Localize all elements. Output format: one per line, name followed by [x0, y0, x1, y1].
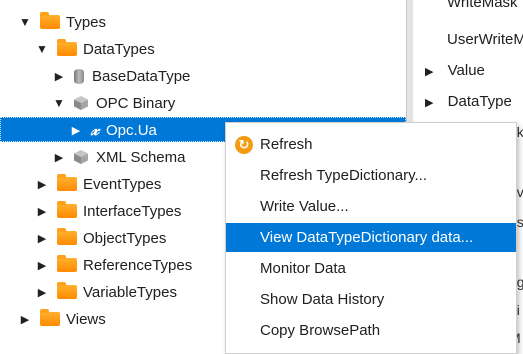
expand-right-icon[interactable]: ▶	[35, 286, 49, 299]
tree-item-label: OPC Binary	[96, 94, 176, 112]
tree-item-label: Views	[66, 310, 106, 328]
tree-item-label: EventTypes	[83, 175, 162, 193]
menu-item-monitor-data[interactable]: Monitor Data	[226, 254, 516, 283]
menu-item-show-data-history[interactable]: Show Data History	[226, 285, 516, 314]
expand-right-icon[interactable]: ▶	[52, 70, 66, 83]
expand-down-icon[interactable]: ▼	[35, 42, 49, 56]
attribute-label: DataType	[447, 93, 512, 110]
folder-icon	[40, 12, 60, 29]
folder-icon	[40, 309, 60, 326]
folder-icon	[57, 201, 77, 218]
tree-item-variabletypes[interactable]: ▶ VariableTypes	[35, 279, 177, 305]
attribute-label: UserWriteM	[447, 31, 523, 48]
tree-item-label: DataTypes	[83, 40, 155, 58]
expand-down-icon[interactable]: ▼	[18, 15, 32, 29]
menu-item-refresh-typedictionary[interactable]: Refresh TypeDictionary...	[226, 161, 516, 190]
tree-item-interfacetypes[interactable]: ▶ InterfaceTypes	[35, 198, 181, 224]
menu-item-label: Refresh TypeDictionary...	[260, 167, 428, 184]
menu-item-copy-browsepath[interactable]: Copy BrowsePath	[226, 316, 516, 345]
tree-item-referencetypes[interactable]: ▶ ReferenceTypes	[35, 252, 192, 278]
attribute-row-datatype[interactable]: ▶ DataType	[425, 93, 512, 110]
tree-item-opc-binary[interactable]: ▼ OPC Binary	[52, 90, 175, 116]
cube-icon	[74, 96, 88, 110]
tree-item-label: VariableTypes	[83, 283, 177, 301]
menu-item-label: Refresh	[260, 136, 313, 153]
expand-right-icon[interactable]: ▶	[18, 313, 32, 326]
tree-item-types[interactable]: ▼ Types	[18, 9, 106, 35]
expand-right-icon[interactable]: ▶	[35, 259, 49, 272]
expand-right-icon[interactable]: ▶	[69, 124, 83, 137]
tree-item-opc-ua[interactable]: ▶ 𝓍 Opc.Ua	[69, 117, 157, 143]
tree-item-label: XML Schema	[96, 148, 186, 166]
expand-right-icon[interactable]: ▶	[35, 178, 49, 191]
context-menu: ↻ Refresh Refresh TypeDictionary... Writ…	[225, 122, 517, 354]
menu-item-label: Monitor Data	[260, 260, 346, 277]
cube-icon	[74, 150, 88, 164]
folder-icon	[57, 39, 77, 56]
tree-item-label: Types	[66, 13, 107, 31]
tree-item-label: Opc.Ua	[106, 121, 157, 139]
tree-item-eventtypes[interactable]: ▶ EventTypes	[35, 171, 161, 197]
tree-item-datatypes[interactable]: ▼ DataTypes	[35, 36, 155, 62]
menu-item-label: Copy BrowsePath	[260, 322, 381, 339]
expand-right-icon[interactable]: ▶	[425, 97, 433, 109]
attribute-label: Value	[447, 62, 485, 79]
tree-item-label: InterfaceTypes	[83, 202, 182, 220]
folder-icon	[57, 255, 77, 272]
datatype-icon	[74, 68, 84, 84]
menu-item-label: Show Data History	[260, 291, 385, 308]
tree-item-label: ObjectTypes	[83, 229, 167, 247]
expand-right-icon[interactable]: ▶	[425, 66, 433, 78]
folder-icon	[57, 174, 77, 191]
menu-item-write-value[interactable]: Write Value...	[226, 192, 516, 221]
expand-right-icon[interactable]: ▶	[35, 205, 49, 218]
tree-item-label: ReferenceTypes	[83, 256, 193, 274]
dictionary-icon: 𝓍	[91, 120, 100, 140]
menu-item-view-datatypedictionary[interactable]: View DataTypeDictionary data...	[226, 223, 516, 252]
attribute-row-userwritemask[interactable]: UserWriteM	[447, 31, 523, 48]
menu-item-refresh[interactable]: ↻ Refresh	[226, 130, 516, 159]
attribute-row-writemask[interactable]: WriteMask	[447, 0, 518, 11]
attribute-label: WriteMask	[447, 0, 518, 11]
tree-item-xml-schema[interactable]: ▶ XML Schema	[52, 144, 186, 170]
tree-item-views[interactable]: ▶ Views	[18, 306, 106, 332]
tree-item-basedatatype[interactable]: ▶ BaseDataType	[52, 63, 191, 89]
expand-right-icon[interactable]: ▶	[35, 232, 49, 245]
folder-icon	[57, 282, 77, 299]
menu-item-label: View DataTypeDictionary data...	[260, 229, 474, 246]
refresh-icon: ↻	[235, 136, 253, 154]
attribute-row-value[interactable]: ▶ Value	[425, 62, 485, 79]
menu-item-label: Write Value...	[260, 198, 349, 215]
tree-item-label: BaseDataType	[92, 67, 191, 85]
expand-right-icon[interactable]: ▶	[52, 151, 66, 164]
tree-item-objecttypes[interactable]: ▶ ObjectTypes	[35, 225, 166, 251]
folder-icon	[57, 228, 77, 245]
expand-down-icon[interactable]: ▼	[52, 96, 66, 110]
